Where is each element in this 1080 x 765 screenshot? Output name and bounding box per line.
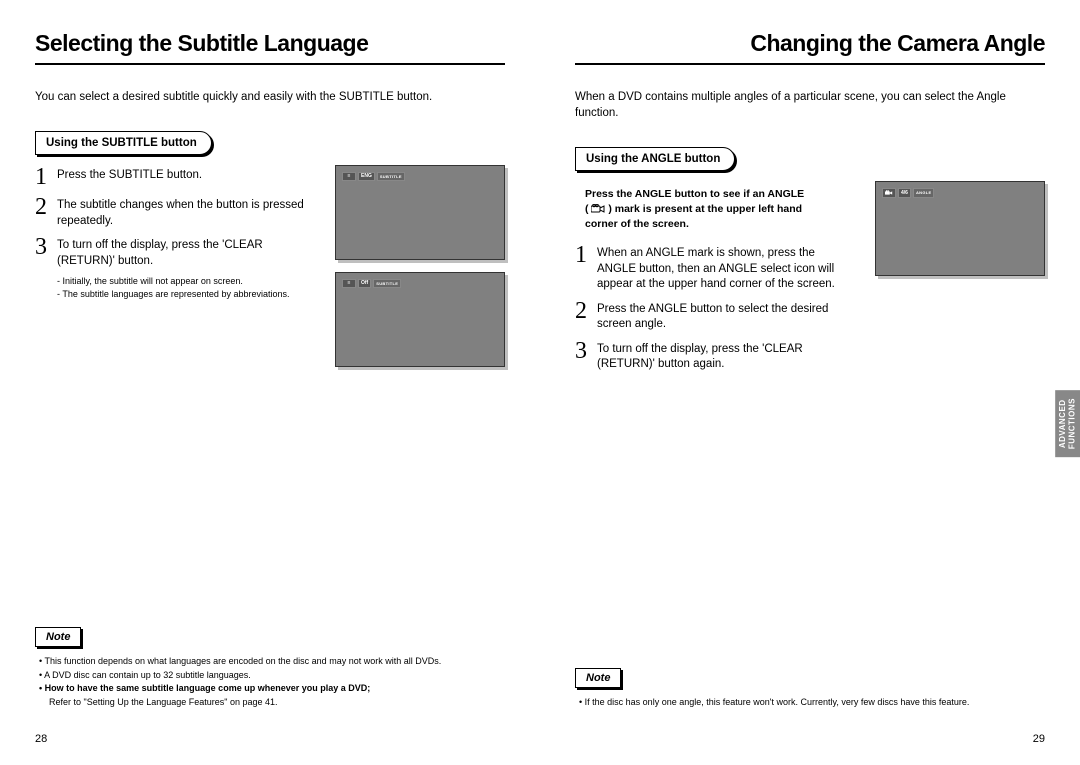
step-number: 3 (575, 339, 591, 373)
step-text: Press the ANGLE button to select the des… (597, 299, 855, 333)
osd-overlay: ≡ ENG SUBTITLE (342, 172, 405, 181)
subnote-line: - The subtitle languages are represented… (57, 288, 315, 301)
note-tab: Note (35, 627, 81, 647)
camera-icon (591, 204, 605, 214)
intro-text: You can select a desired subtitle quickl… (35, 89, 505, 105)
osd-value: 4/6 (898, 188, 911, 198)
osd-label: ANGLE (913, 188, 935, 198)
note-line-bold: • How to have the same subtitle language… (39, 682, 505, 696)
steps-column: 1 Press the SUBTITLE button. 2 The subti… (35, 165, 315, 379)
instr-line: Press the ANGLE button to see if an ANGL… (585, 188, 804, 200)
subtitle-icon: ≡ (342, 172, 356, 181)
instr-line: corner of the screen. (585, 218, 689, 230)
step-1: 1 When an ANGLE mark is shown, press the… (575, 243, 855, 293)
angle-instruction: Press the ANGLE button to see if an ANGL… (585, 187, 855, 231)
steps-column: Press the ANGLE button to see if an ANGL… (575, 181, 855, 379)
subnote-line: - Initially, the subtitle will not appea… (57, 275, 315, 288)
step-1: 1 Press the SUBTITLE button. (35, 165, 315, 189)
note-line: • If the disc has only one angle, this f… (579, 696, 1045, 710)
osd-label: SUBTITLE (373, 279, 401, 288)
content-row: Press the ANGLE button to see if an ANGL… (575, 181, 1045, 379)
note-line: • A DVD disc can contain up to 32 subtit… (39, 669, 505, 683)
note-section: Note • This function depends on what lan… (35, 627, 505, 709)
screens-column: 4/6 ANGLE (875, 181, 1045, 379)
note-line-indent: Refer to "Setting Up the Language Featur… (49, 696, 505, 710)
page-number: 28 (35, 733, 47, 745)
screen-preview-2: ≡ Off SUBTITLE (335, 272, 505, 367)
title-rule (35, 63, 505, 65)
section-tab-subtitle: Using the SUBTITLE button (35, 131, 212, 155)
osd-value: Off (358, 279, 371, 288)
step-3: 3 To turn off the display, press the 'CL… (575, 339, 855, 373)
osd-label: SUBTITLE (377, 172, 405, 181)
step-number: 1 (35, 165, 51, 189)
page-title: Changing the Camera Angle (575, 30, 1045, 57)
osd-value: ENG (358, 172, 375, 181)
step-2: 2 The subtitle changes when the button i… (35, 195, 315, 229)
step-subnotes: - Initially, the subtitle will not appea… (57, 275, 315, 300)
side-tab-line: ADVANCED (1058, 399, 1067, 448)
side-tab-line: FUNCTIONS (1067, 398, 1076, 449)
step-text: To turn off the display, press the 'CLEA… (597, 339, 855, 373)
camera-icon (882, 188, 896, 198)
note-line: • This function depends on what language… (39, 655, 505, 669)
step-2: 2 Press the ANGLE button to select the d… (575, 299, 855, 333)
page-number: 29 (1033, 733, 1045, 745)
intro-text: When a DVD contains multiple angles of a… (575, 89, 1045, 121)
step-text: To turn off the display, press the 'CLEA… (57, 235, 315, 269)
section-tab-angle: Using the ANGLE button (575, 147, 735, 171)
step-number: 2 (35, 195, 51, 229)
step-text: When an ANGLE mark is shown, press the A… (597, 243, 855, 293)
note-tab: Note (575, 668, 621, 688)
subtitle-icon: ≡ (342, 279, 356, 288)
instr-line: ) mark is present at the upper left hand (605, 203, 802, 215)
screen-preview-angle: 4/6 ANGLE (875, 181, 1045, 276)
note-list: • If the disc has only one angle, this f… (579, 696, 1045, 710)
page-title: Selecting the Subtitle Language (35, 30, 505, 57)
page-right: Changing the Camera Angle When a DVD con… (540, 0, 1080, 765)
section-side-tab: ADVANCED FUNCTIONS (1055, 390, 1080, 457)
screens-column: ≡ ENG SUBTITLE ≡ Off SUBTITLE (335, 165, 505, 379)
page-left: Selecting the Subtitle Language You can … (0, 0, 540, 765)
note-list: • This function depends on what language… (39, 655, 505, 709)
note-section: Note • If the disc has only one angle, t… (575, 668, 1045, 710)
step-number: 2 (575, 299, 591, 333)
osd-overlay: ≡ Off SUBTITLE (342, 279, 401, 288)
osd-overlay: 4/6 ANGLE (882, 188, 934, 198)
step-3: 3 To turn off the display, press the 'CL… (35, 235, 315, 269)
screen-preview-1: ≡ ENG SUBTITLE (335, 165, 505, 260)
content-row: 1 Press the SUBTITLE button. 2 The subti… (35, 165, 505, 379)
step-number: 1 (575, 243, 591, 293)
step-text: The subtitle changes when the button is … (57, 195, 315, 229)
step-number: 3 (35, 235, 51, 269)
title-rule (575, 63, 1045, 65)
step-text: Press the SUBTITLE button. (57, 165, 202, 189)
